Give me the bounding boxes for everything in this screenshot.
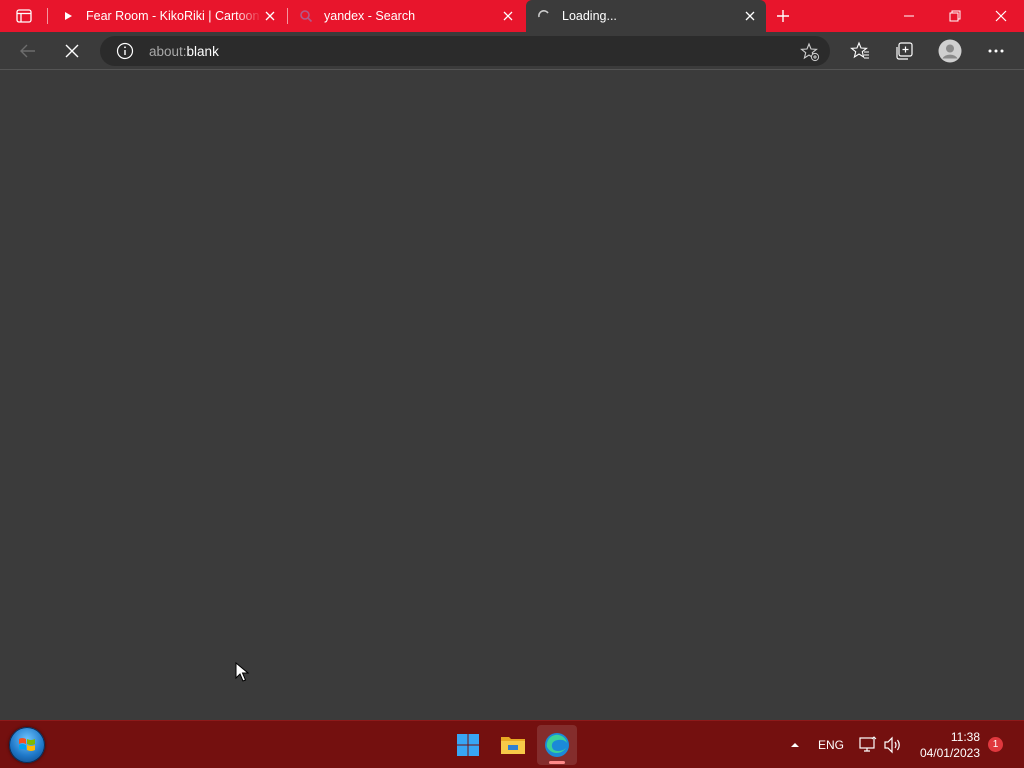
more-menu-icon[interactable]: [981, 36, 1011, 66]
close-tab-icon[interactable]: [742, 8, 758, 24]
clock-time: 11:38: [950, 730, 980, 744]
stop-loading-icon[interactable]: [57, 36, 87, 66]
url-scheme: about:: [149, 44, 187, 59]
show-hidden-icons-button[interactable]: [790, 721, 800, 768]
tab-loading[interactable]: Loading...: [526, 0, 766, 32]
mouse-cursor-icon: [235, 662, 249, 682]
notification-badge[interactable]: 1: [988, 737, 1003, 752]
favorites-icon[interactable]: [845, 36, 875, 66]
address-bar[interactable]: about:blank: [100, 36, 830, 66]
tab-fear-room[interactable]: Fear Room - KikoRiki | Cartoon for kids: [52, 0, 286, 32]
volume-icon[interactable]: [883, 721, 903, 768]
clock-date: 04/01/2023: [919, 746, 980, 760]
tab-title: yandex - Search: [324, 9, 416, 23]
back-arrow-icon[interactable]: [13, 36, 43, 66]
collections-icon[interactable]: [889, 36, 919, 66]
url-text: about:blank: [149, 44, 219, 59]
windows-start-icon[interactable]: [448, 725, 488, 765]
tab-yandex-search[interactable]: yandex - Search: [290, 0, 524, 32]
language-indicator[interactable]: ENG: [818, 721, 844, 768]
profile-avatar-icon[interactable]: [935, 36, 965, 66]
tab-separator: [287, 8, 288, 24]
active-app-indicator: [549, 761, 565, 764]
info-icon[interactable]: [116, 42, 134, 60]
tab-actions-icon[interactable]: [10, 6, 38, 26]
tab-strip: Fear Room - KikoRiki | Cartoon for kids …: [0, 0, 1024, 32]
system-clock[interactable]: 11:38 04/01/2023: [914, 729, 980, 761]
network-icon[interactable]: [858, 721, 878, 768]
youtube-icon: [60, 8, 76, 24]
restore-button[interactable]: [932, 0, 978, 32]
file-explorer-icon[interactable]: [493, 725, 533, 765]
browser-toolbar: about:blank: [0, 32, 1024, 70]
tab-title: Fear Room - KikoRiki | Cartoon for kids: [86, 9, 262, 23]
new-tab-button[interactable]: [772, 6, 794, 26]
page-content[interactable]: [0, 71, 1024, 720]
tab-title: Loading...: [562, 9, 617, 23]
close-tab-icon[interactable]: [262, 8, 278, 24]
close-tab-icon[interactable]: [500, 8, 516, 24]
windows-logo-icon: [19, 738, 35, 751]
minimize-button[interactable]: [886, 0, 932, 32]
start-button[interactable]: [9, 727, 45, 763]
close-window-button[interactable]: [978, 0, 1024, 32]
taskbar: ENG 11:38 04/01/2023: [0, 720, 1024, 768]
loading-spinner-icon: [536, 8, 552, 24]
add-favorite-icon[interactable]: [800, 42, 820, 62]
tab-separator: [47, 8, 48, 24]
edge-browser-icon[interactable]: [537, 725, 577, 765]
url-path: blank: [186, 44, 219, 59]
search-favicon-icon: [298, 8, 314, 24]
